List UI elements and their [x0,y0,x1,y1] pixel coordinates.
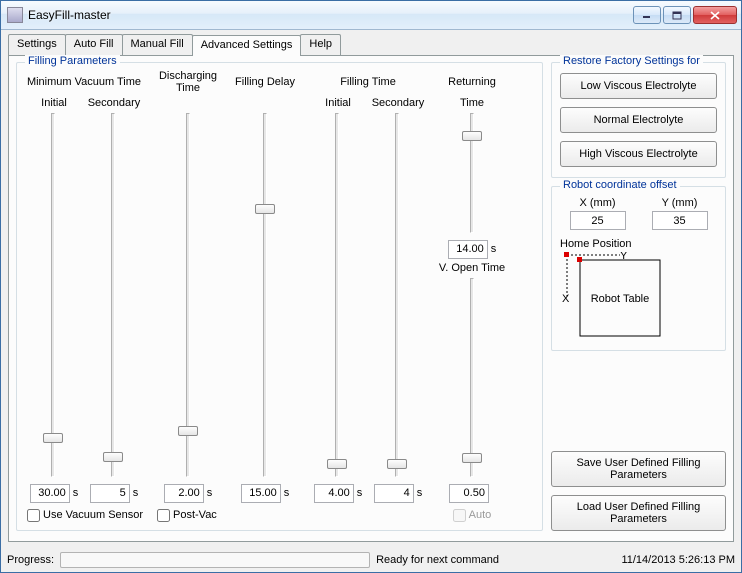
status-datetime: 11/14/2013 5:26:13 PM [621,554,735,566]
right-column: Restore Factory Settings for Low Viscous… [551,62,726,531]
tab-auto-fill[interactable]: Auto Fill [65,34,123,55]
use-vacuum-sensor-checkbox[interactable] [27,509,40,522]
min-vacuum-title: Minimum Vacuum Time [27,69,141,95]
group-filling-delay: Filling Delay [231,69,299,524]
tab-advanced-settings[interactable]: Advanced Settings [192,35,302,56]
close-button[interactable] [693,6,737,24]
offset-y-label: Y (mm) [662,197,698,209]
unit-s: s [284,487,290,499]
min-vacuum-initial-slider[interactable] [39,113,67,477]
app-window: EasyFill-master Settings Auto Fill Manua… [0,0,742,573]
min-vacuum-secondary-label: Secondary [84,97,144,109]
load-user-defined-button[interactable]: Load User Defined Filling Parameters [551,495,726,531]
filling-time-initial-label: Initial [308,97,368,109]
status-message: Ready for next command [376,554,615,566]
group-returning: Returning Time s V. Open Time [437,69,507,524]
filling-delay-slider[interactable] [251,113,279,477]
status-bar: Progress: Ready for next command 11/14/2… [1,548,741,572]
filling-time-secondary-input[interactable] [374,484,414,503]
minimize-icon [642,11,652,19]
restore-legend: Restore Factory Settings for [560,55,703,67]
returning-title: Returning [448,69,496,95]
restore-high-button[interactable]: High Viscous Electrolyte [560,141,717,167]
tab-strip: Settings Auto Fill Manual Fill Advanced … [8,34,734,55]
robot-offset-group: Robot coordinate offset X (mm) Y (mm) [551,186,726,351]
returning-time-slider[interactable] [458,113,486,233]
close-icon [710,11,720,20]
filling-time-title: Filling Time [340,69,396,95]
filling-time-secondary-slider[interactable] [383,113,411,477]
auto-label: Auto [469,509,492,521]
restore-low-button[interactable]: Low Viscous Electrolyte [560,73,717,99]
unit-s: s [73,487,79,499]
offset-legend: Robot coordinate offset [560,179,680,191]
tab-manual-fill[interactable]: Manual Fill [122,34,193,55]
unit-s: s [357,487,363,499]
group-min-vacuum: Minimum Vacuum Time Initial Secondary [23,69,145,524]
auto-checkbox [453,509,466,522]
unit-s: s [207,487,213,499]
filling-delay-input[interactable] [241,484,281,503]
filling-parameters-group: Filling Parameters Minimum Vacuum Time I… [16,62,543,531]
x-axis-label: X [562,293,570,305]
progress-bar [60,552,370,568]
save-user-defined-button[interactable]: Save User Defined Filling Parameters [551,451,726,487]
min-vacuum-secondary-input[interactable] [90,484,130,503]
offset-y-input[interactable] [652,211,708,230]
offset-x-input[interactable] [570,211,626,230]
robot-table-label: Robot Table [591,293,650,305]
returning-time-label: Time [437,97,507,109]
filling-parameters-legend: Filling Parameters [25,55,120,67]
returning-time-input[interactable] [448,240,488,259]
maximize-button[interactable] [663,6,691,24]
app-icon [7,7,23,23]
discharging-input[interactable] [164,484,204,503]
content-area: Settings Auto Fill Manual Fill Advanced … [1,30,741,548]
filling-time-initial-slider[interactable] [323,113,351,477]
unit-s: s [133,487,139,499]
filling-time-secondary-label: Secondary [368,97,428,109]
unit-s: s [417,487,423,499]
progress-label: Progress: [7,554,54,566]
discharging-title: Discharging Time [153,69,223,95]
min-vacuum-initial-label: Initial [24,97,84,109]
home-position-label: Home Position [560,238,717,250]
discharging-slider[interactable] [174,113,202,477]
robot-diagram: Y X Robot Table [560,252,717,342]
post-vac-checkbox[interactable] [157,509,170,522]
group-discharging: Discharging Time [153,69,223,524]
min-vacuum-initial-input[interactable] [30,484,70,503]
vopen-label: V. Open Time [439,262,505,274]
vopen-slider[interactable] [458,278,486,477]
restore-factory-group: Restore Factory Settings for Low Viscous… [551,62,726,178]
tab-help[interactable]: Help [300,34,341,55]
offset-x-label: X (mm) [579,197,615,209]
tab-settings[interactable]: Settings [8,34,66,55]
window-title: EasyFill-master [28,8,633,22]
titlebar[interactable]: EasyFill-master [1,1,741,30]
filling-time-initial-input[interactable] [314,484,354,503]
min-vacuum-secondary-slider[interactable] [99,113,127,477]
vopen-input[interactable] [449,484,489,503]
tabpage-advanced: Filling Parameters Minimum Vacuum Time I… [8,55,734,542]
group-filling-time: Filling Time Initial Secondary [307,69,429,524]
minimize-button[interactable] [633,6,661,24]
unit-s: s [491,243,497,255]
maximize-icon [672,11,682,20]
post-vac-label: Post-Vac [173,509,217,521]
window-controls [633,6,737,24]
restore-normal-button[interactable]: Normal Electrolyte [560,107,717,133]
filling-delay-title: Filling Delay [235,69,295,95]
y-axis-label: Y [620,252,628,262]
use-vacuum-sensor-label: Use Vacuum Sensor [43,509,143,521]
